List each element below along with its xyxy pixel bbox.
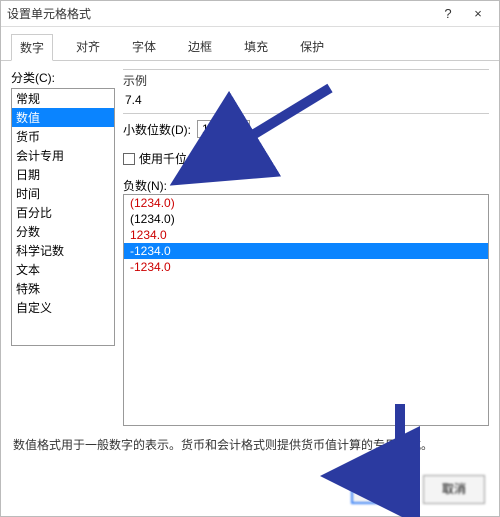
tab-number[interactable]: 数字 [11, 34, 53, 61]
example-value: 7.4 [123, 89, 489, 109]
category-listbox[interactable]: 常规 数值 货币 会计专用 日期 时间 百分比 分数 科学记数 文本 特殊 自定… [11, 88, 115, 346]
settings-panel: 示例 7.4 小数位数(D): ▲ ▼ 使用千位分隔符(,)(U) 负数(N): [123, 69, 489, 426]
cancel-button[interactable]: 取消 [423, 475, 485, 504]
tab-border[interactable]: 边框 [179, 33, 221, 60]
decimals-input[interactable] [197, 120, 237, 138]
spinner-down-icon[interactable]: ▼ [237, 128, 249, 135]
tab-fill[interactable]: 填充 [235, 33, 277, 60]
category-item-fraction[interactable]: 分数 [12, 222, 114, 241]
decimals-spinner[interactable]: ▲ ▼ [197, 120, 250, 138]
help-icon[interactable]: ? [433, 6, 463, 21]
category-item-currency[interactable]: 货币 [12, 127, 114, 146]
category-item-time[interactable]: 时间 [12, 184, 114, 203]
category-item-number[interactable]: 数值 [12, 108, 114, 127]
decimals-label: 小数位数(D): [123, 121, 191, 138]
tab-alignment[interactable]: 对齐 [67, 33, 109, 60]
category-item-custom[interactable]: 自定义 [12, 298, 114, 317]
negative-option[interactable]: (1234.0) [124, 211, 488, 227]
tab-font[interactable]: 字体 [123, 33, 165, 60]
category-item-date[interactable]: 日期 [12, 165, 114, 184]
example-label: 示例 [123, 72, 489, 89]
example-group: 示例 7.4 [123, 69, 489, 114]
ok-button[interactable]: 确定 [351, 475, 415, 504]
thousands-row[interactable]: 使用千位分隔符(,)(U) [123, 150, 489, 167]
negative-listbox[interactable]: (1234.0) (1234.0) 1234.0 -1234.0 -1234.0 [123, 194, 489, 426]
tab-protection[interactable]: 保护 [291, 33, 333, 60]
category-item-general[interactable]: 常规 [12, 89, 114, 108]
category-item-text[interactable]: 文本 [12, 260, 114, 279]
negative-label: 负数(N): [123, 177, 489, 194]
thousands-label: 使用千位分隔符(,)(U) [139, 150, 251, 167]
category-item-special[interactable]: 特殊 [12, 279, 114, 298]
category-item-accounting[interactable]: 会计专用 [12, 146, 114, 165]
negative-option[interactable]: 1234.0 [124, 227, 488, 243]
category-label: 分类(C): [11, 69, 115, 86]
category-item-scientific[interactable]: 科学记数 [12, 241, 114, 260]
decimals-spin-buttons[interactable]: ▲ ▼ [237, 120, 250, 138]
window-title: 设置单元格格式 [7, 5, 433, 22]
category-panel: 分类(C): 常规 数值 货币 会计专用 日期 时间 百分比 分数 科学记数 文… [11, 69, 115, 426]
thousands-checkbox[interactable] [123, 153, 135, 165]
tab-bar: 数字 对齐 字体 边框 填充 保护 [1, 27, 499, 61]
negative-option[interactable]: -1234.0 [124, 243, 488, 259]
decimals-row: 小数位数(D): ▲ ▼ [123, 120, 489, 138]
category-item-percentage[interactable]: 百分比 [12, 203, 114, 222]
format-hint: 数值格式用于一般数字的表示。货币和会计格式则提供货币值计算的专用格式。 [1, 430, 499, 459]
negative-option[interactable]: (1234.0) [124, 195, 488, 211]
dialog-footer: 确定 取消 [1, 459, 499, 516]
close-icon[interactable]: × [463, 6, 493, 21]
negative-option[interactable]: -1234.0 [124, 259, 488, 275]
dialog-body: 分类(C): 常规 数值 货币 会计专用 日期 时间 百分比 分数 科学记数 文… [1, 61, 499, 430]
titlebar: 设置单元格格式 ? × [1, 1, 499, 27]
format-cells-dialog: 设置单元格格式 ? × 数字 对齐 字体 边框 填充 保护 分类(C): 常规 … [0, 0, 500, 517]
